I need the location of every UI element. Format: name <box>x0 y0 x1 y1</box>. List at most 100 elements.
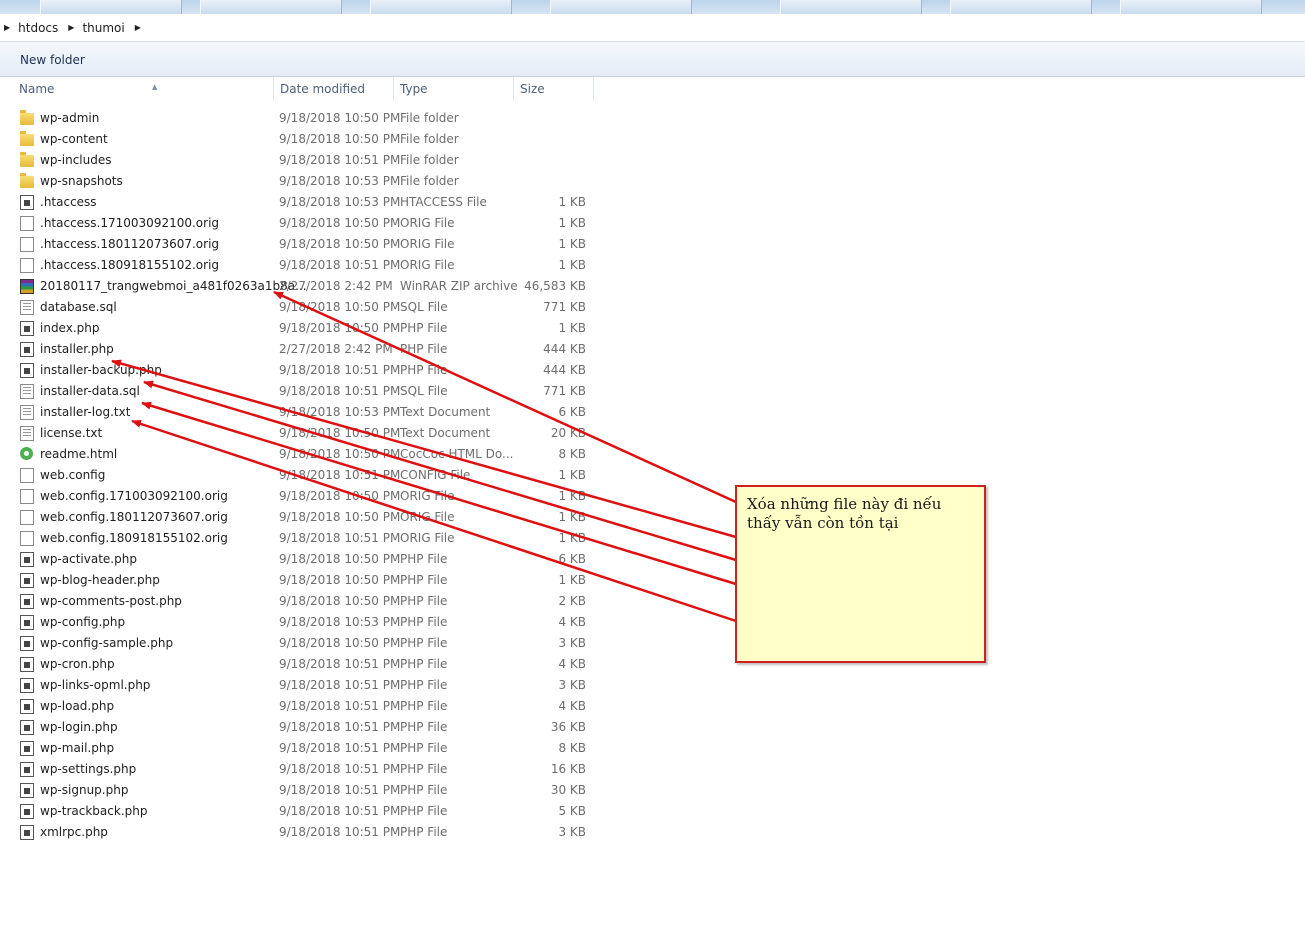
file-date: 9/18/2018 10:50 PM <box>279 216 401 230</box>
file-row[interactable]: wp-content 9/18/2018 10:50 PM File folder <box>16 129 596 150</box>
file-date: 2/27/2018 2:42 PM <box>279 342 393 356</box>
browser-tab[interactable] <box>1120 0 1262 14</box>
column-size-header[interactable]: Size <box>514 77 594 101</box>
file-type: PHP File <box>400 573 448 587</box>
file-row[interactable]: .htaccess 9/18/2018 10:53 PM HTACCESS File… <box>16 192 596 213</box>
text-file-icon <box>20 426 34 441</box>
file-row[interactable]: wp-admin 9/18/2018 10:50 PM File folder <box>16 108 596 129</box>
file-type: PHP File <box>400 741 448 755</box>
file-size: 4 KB <box>558 699 586 713</box>
file-size: 8 KB <box>558 741 586 755</box>
file-name: wp-trackback.php <box>40 804 148 818</box>
file-row[interactable]: database.sql 9/18/2018 10:50 PM SQL File 77… <box>16 297 596 318</box>
file-row[interactable]: wp-includes 9/18/2018 10:51 PM File folder <box>16 150 596 171</box>
file-row[interactable]: .htaccess.180918155102.orig 9/18/2018 10:… <box>16 255 596 276</box>
file-row[interactable]: installer-data.sql 9/18/2018 10:51 PM SQL … <box>16 381 596 402</box>
file-row[interactable]: wp-cron.php 9/18/2018 10:51 PM PHP File 4 K… <box>16 654 596 675</box>
file-row[interactable]: readme.html 9/18/2018 10:50 PM CocCoc HTML… <box>16 444 596 465</box>
file-row[interactable]: .htaccess.180112073607.orig 9/18/2018 10:… <box>16 234 596 255</box>
file-row[interactable]: wp-trackback.php 9/18/2018 10:51 PM PHP Fi… <box>16 801 596 822</box>
file-row[interactable]: xmlrpc.php 9/18/2018 10:51 PM PHP File 3 KB <box>16 822 596 843</box>
blank-file-icon <box>20 468 34 483</box>
column-type-header[interactable]: Type <box>394 77 514 101</box>
file-type: PHP File <box>400 594 448 608</box>
chevron-right-icon[interactable]: ▶ <box>4 23 10 32</box>
file-size: 8 KB <box>558 447 586 461</box>
file-row[interactable]: wp-comments-post.php 9/18/2018 10:50 PM PH… <box>16 591 596 612</box>
column-date-header[interactable]: Date modified <box>274 77 394 101</box>
file-name: 20180117_trangwebmoi_a481f0263a1b8a... <box>40 279 307 293</box>
file-row[interactable]: license.txt 9/18/2018 10:50 PM Text Docume… <box>16 423 596 444</box>
file-row[interactable]: web.config.180918155102.orig 9/18/2018 10… <box>16 528 596 549</box>
browser-tab[interactable] <box>780 0 922 14</box>
chevron-right-icon[interactable]: ▶ <box>135 23 141 32</box>
file-name: wp-cron.php <box>40 657 115 671</box>
file-size: 16 KB <box>550 762 586 776</box>
file-date: 9/18/2018 10:51 PM <box>279 762 401 776</box>
file-row[interactable]: wp-login.php 9/18/2018 10:51 PM PHP File 36… <box>16 717 596 738</box>
browser-tab[interactable] <box>370 0 512 14</box>
file-row[interactable]: index.php 9/18/2018 10:50 PM PHP File 1 KB <box>16 318 596 339</box>
file-size: 3 KB <box>558 825 586 839</box>
file-row[interactable]: web.config 9/18/2018 10:51 PM CONFIG File 1… <box>16 465 596 486</box>
php-file-icon <box>20 783 34 798</box>
file-row[interactable]: installer-backup.php 9/18/2018 10:51 PM PH… <box>16 360 596 381</box>
file-size: 4 KB <box>558 615 586 629</box>
file-type: PHP File <box>400 762 448 776</box>
file-name: wp-config.php <box>40 615 126 629</box>
file-row[interactable]: installer-log.txt 9/18/2018 10:53 PM Text … <box>16 402 596 423</box>
blank-file-icon <box>20 237 34 252</box>
file-row[interactable]: wp-config.php 9/18/2018 10:53 PM PHP File 4… <box>16 612 596 633</box>
file-name: wp-mail.php <box>40 741 115 755</box>
breadcrumb-item-thumoi[interactable]: thumoi <box>82 21 124 35</box>
file-row[interactable]: wp-load.php 9/18/2018 10:51 PM PHP File 4 K… <box>16 696 596 717</box>
file-row[interactable]: wp-settings.php 9/18/2018 10:51 PM PHP Fil… <box>16 759 596 780</box>
browser-tab[interactable] <box>950 0 1092 14</box>
file-row[interactable]: .htaccess.171003092100.orig 9/18/2018 10:… <box>16 213 596 234</box>
file-type: WinRAR ZIP archive <box>400 279 518 293</box>
file-type: PHP File <box>400 699 448 713</box>
file-name: wp-settings.php <box>40 762 137 776</box>
file-type: CocCoc HTML Do... <box>400 447 514 461</box>
file-name: wp-admin <box>40 111 100 125</box>
file-size: 3 KB <box>558 636 586 650</box>
php-file-icon <box>20 825 34 840</box>
file-size: 30 KB <box>550 783 586 797</box>
browser-tab[interactable] <box>550 0 692 14</box>
file-row[interactable]: wp-snapshots 9/18/2018 10:53 PM File folde… <box>16 171 596 192</box>
file-type: PHP File <box>400 552 448 566</box>
file-row[interactable]: wp-activate.php 9/18/2018 10:50 PM PHP Fil… <box>16 549 596 570</box>
command-bar: New folder <box>0 42 1305 77</box>
php-file-icon <box>20 594 34 609</box>
taskbar-strip <box>0 0 1305 14</box>
file-date: 9/18/2018 10:50 PM <box>279 594 401 608</box>
file-row[interactable]: wp-mail.php 9/18/2018 10:51 PM PHP File 8 K… <box>16 738 596 759</box>
file-row[interactable]: 20180117_trangwebmoi_a481f0263a1b8a... 2/… <box>16 276 596 297</box>
file-row[interactable]: web.config.171003092100.orig 9/18/2018 10… <box>16 486 596 507</box>
breadcrumb-item-htdocs[interactable]: htdocs <box>18 21 58 35</box>
file-type: Text Document <box>400 405 491 419</box>
file-row[interactable]: wp-blog-header.php 9/18/2018 10:50 PM PHP … <box>16 570 596 591</box>
file-name: .htaccess.180918155102.orig <box>40 258 220 272</box>
file-size: 20 KB <box>550 426 586 440</box>
file-name: wp-signup.php <box>40 783 129 797</box>
file-type: ORIG File <box>400 531 455 545</box>
file-row[interactable]: wp-config-sample.php 9/18/2018 10:50 PM PH… <box>16 633 596 654</box>
new-folder-button[interactable]: New folder <box>20 53 85 67</box>
file-row[interactable]: wp-links-opml.php 9/18/2018 10:51 PM PHP F… <box>16 675 596 696</box>
file-date: 9/18/2018 10:50 PM <box>279 447 401 461</box>
file-row[interactable]: web.config.180112073607.orig 9/18/2018 10… <box>16 507 596 528</box>
browser-tab[interactable] <box>200 0 342 14</box>
file-name: installer-data.sql <box>40 384 140 398</box>
file-size: 2 KB <box>558 594 586 608</box>
file-date: 9/18/2018 10:53 PM <box>279 615 401 629</box>
folder-icon <box>20 131 34 146</box>
blank-file-icon <box>20 216 34 231</box>
chevron-right-icon[interactable]: ▶ <box>68 23 74 32</box>
file-row[interactable]: installer.php 2/27/2018 2:42 PM PHP File 44… <box>16 339 596 360</box>
file-row[interactable]: wp-signup.php 9/18/2018 10:51 PM PHP File 3… <box>16 780 596 801</box>
file-date: 9/18/2018 10:51 PM <box>279 720 401 734</box>
address-bar[interactable]: ▶ htdocs ▶ thumoi ▶ <box>0 14 1305 42</box>
column-name-header[interactable]: Name ▲ <box>13 77 274 101</box>
browser-tab[interactable] <box>40 0 182 14</box>
